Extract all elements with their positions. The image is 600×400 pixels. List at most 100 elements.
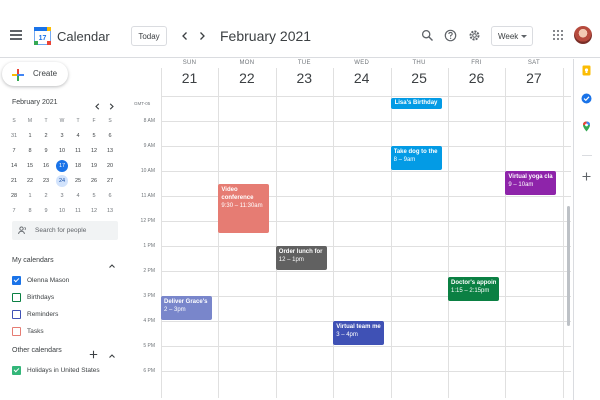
other-calendars-chevron-up-icon[interactable] <box>108 347 116 358</box>
mini-day-cell[interactable]: 7 <box>6 143 22 158</box>
mini-day-cell[interactable]: 9 <box>38 203 54 218</box>
maps-icon[interactable] <box>581 119 592 132</box>
mini-day-cell[interactable]: 11 <box>70 203 86 218</box>
add-addon-icon[interactable] <box>581 169 592 181</box>
mini-day-number: 22 <box>26 177 34 184</box>
next-week-icon[interactable] <box>196 29 208 41</box>
calendar-checkbox[interactable] <box>12 326 21 336</box>
mini-day-cell[interactable]: 11 <box>70 143 86 158</box>
apps-icon[interactable] <box>553 30 563 40</box>
mini-day-cell[interactable]: 15 <box>22 158 38 173</box>
search-people-input[interactable]: Search for people <box>12 221 118 240</box>
mini-day-cell[interactable]: 23 <box>38 173 54 188</box>
mini-day-cell[interactable]: 12 <box>86 203 102 218</box>
mini-day-cell[interactable]: 25 <box>70 173 86 188</box>
week-grid-scrollbar[interactable] <box>567 206 570 326</box>
mini-day-cell[interactable]: 10 <box>54 143 70 158</box>
day-header[interactable]: SAT 27 <box>505 60 562 86</box>
mini-day-cell[interactable]: 16 <box>38 158 54 173</box>
calendar-event[interactable]: Virtual team me 3 – 4pm <box>333 321 385 345</box>
mini-day-cell[interactable]: 5 <box>86 128 102 143</box>
mini-day-number: 2 <box>44 132 48 139</box>
calendar-item[interactable]: Tasks <box>12 325 44 337</box>
mini-day-cell[interactable]: 8 <box>22 143 38 158</box>
calendar-event[interactable]: Take dog to the 8 – 9am <box>390 146 442 170</box>
calendar-item[interactable]: Reminders <box>12 308 58 320</box>
mini-day-cell[interactable]: 13 <box>102 143 118 158</box>
mini-day-cell[interactable]: 6 <box>102 188 118 203</box>
day-header[interactable]: TUE 23 <box>276 60 333 86</box>
my-calendars-chevron-up-icon[interactable] <box>108 257 116 268</box>
day-header[interactable]: THU 25 <box>391 60 448 86</box>
day-header[interactable]: FRI 26 <box>448 60 505 86</box>
mini-day-cell[interactable]: 1 <box>22 128 38 143</box>
mini-prev-month-icon[interactable] <box>93 98 102 110</box>
tasks-icon[interactable] <box>581 91 592 104</box>
view-selector[interactable]: Week <box>491 26 533 46</box>
mini-day-cell[interactable]: 21 <box>6 173 22 188</box>
mini-day-cell[interactable]: 5 <box>86 188 102 203</box>
mini-day-cell[interactable]: 31 <box>6 128 22 143</box>
calendar-checkbox[interactable] <box>12 275 21 285</box>
mini-next-month-icon[interactable] <box>107 98 116 110</box>
mini-day-cell[interactable]: 9 <box>38 143 54 158</box>
mini-day-cell[interactable]: 3 <box>54 128 70 143</box>
calendar-checkbox[interactable] <box>12 292 21 302</box>
account-avatar[interactable] <box>574 26 592 44</box>
settings-icon[interactable] <box>468 29 481 42</box>
mini-day-cell[interactable]: 1 <box>22 188 38 203</box>
all-day-event[interactable]: Lisa's Birthday <box>390 98 442 109</box>
mini-day-cell[interactable]: 12 <box>86 143 102 158</box>
mini-day-cell[interactable]: 2 <box>38 128 54 143</box>
calendar-event[interactable]: Virtual yoga clas 9 – 10am <box>505 171 557 195</box>
mini-day-cell[interactable]: 4 <box>70 188 86 203</box>
week-grid[interactable]: Lisa's Birthday Take dog to the 8 – 9am Vir… <box>161 68 571 398</box>
mini-day-cell[interactable]: 17 <box>54 158 70 173</box>
mini-day-cell[interactable]: 18 <box>70 158 86 173</box>
mini-day-cell[interactable]: 6 <box>102 128 118 143</box>
mini-day-cell[interactable]: 13 <box>102 203 118 218</box>
mini-day-cell[interactable]: 8 <box>22 203 38 218</box>
create-button[interactable]: Create <box>2 62 68 86</box>
calendar-item[interactable]: Birthdays <box>12 291 54 303</box>
day-gridline <box>562 68 564 398</box>
mini-day-number: 20 <box>106 162 114 169</box>
mini-day-cell[interactable]: 28 <box>6 188 22 203</box>
mini-day-number: 11 <box>75 207 81 214</box>
calendar-event[interactable]: Order lunch for c 12 – 1pm <box>275 246 327 270</box>
day-header[interactable]: MON 22 <box>218 60 275 86</box>
mini-day-cell[interactable]: 4 <box>70 128 86 143</box>
calendar-item[interactable]: Holidays in United States <box>12 364 100 376</box>
mini-day-cell[interactable]: 19 <box>86 158 102 173</box>
keep-icon[interactable] <box>581 63 592 76</box>
other-calendars-title[interactable]: Other calendars <box>12 347 62 354</box>
mini-day-cell[interactable]: 22 <box>22 173 38 188</box>
mini-day-cell[interactable]: 20 <box>102 158 118 173</box>
help-icon[interactable] <box>444 29 457 42</box>
calendar-checkbox[interactable] <box>12 365 21 375</box>
mini-day-cell[interactable]: 3 <box>54 188 70 203</box>
day-header[interactable]: SUN 21 <box>161 60 218 86</box>
mini-day-cell[interactable]: 2 <box>38 188 54 203</box>
calendar-item[interactable]: Olenna Mason <box>12 274 69 286</box>
prev-week-icon[interactable] <box>179 29 191 41</box>
add-other-calendar-icon[interactable] <box>89 346 98 359</box>
mini-day-cell[interactable]: 26 <box>86 173 102 188</box>
calendar-event[interactable]: Video conference 9:30 – 11:30am <box>218 183 270 233</box>
calendar-event[interactable]: Deliver Grace's c 2 – 3pm <box>161 296 212 320</box>
my-calendars-title[interactable]: My calendars <box>12 257 54 264</box>
day-header[interactable]: WED 24 <box>333 60 390 86</box>
mini-day-number: 13 <box>106 147 114 154</box>
mini-day-cell[interactable]: 14 <box>6 158 22 173</box>
mini-day-cell[interactable]: 7 <box>6 203 22 218</box>
mini-weekday-head: S <box>108 117 112 124</box>
mini-day-cell[interactable]: 27 <box>102 173 118 188</box>
mini-day-cell[interactable]: 24 <box>54 173 70 188</box>
calendar-checkbox[interactable] <box>12 309 21 319</box>
search-icon[interactable] <box>421 29 434 42</box>
menu-icon[interactable] <box>10 30 22 40</box>
mini-day-cell[interactable]: 10 <box>54 203 70 218</box>
day-number: 26 <box>468 70 485 86</box>
calendar-event[interactable]: Doctor's appoin 1:15 – 2:15pm <box>448 277 499 302</box>
today-button[interactable]: Today <box>131 26 167 46</box>
